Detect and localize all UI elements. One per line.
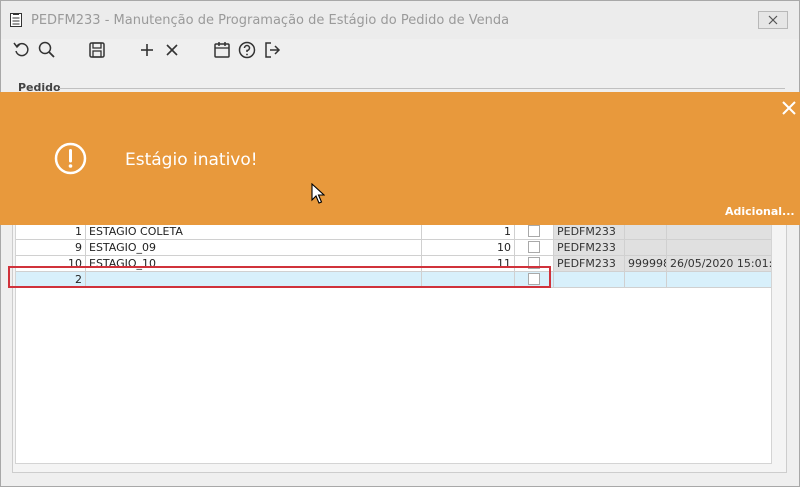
stage-grid: 1 ESTAGIO COLETA 1 PEDFM233 9 ESTAGIO_09… — [15, 223, 772, 464]
warning-toast — [0, 92, 800, 225]
active-checkbox[interactable] — [528, 241, 540, 253]
toolbar — [1, 39, 799, 65]
seq-cell[interactable]: 1 — [16, 224, 86, 240]
stage-cell[interactable]: ESTAGIO_09 — [86, 240, 422, 256]
table-row[interactable]: 9 ESTAGIO_09 10 PEDFM233 — [16, 240, 771, 256]
toast-close-icon[interactable] — [780, 99, 798, 117]
document-icon — [10, 12, 22, 27]
title-bar: PEDFM233 - Manutenção de Programação de … — [1, 1, 799, 39]
save-icon[interactable] — [87, 40, 107, 60]
exit-icon[interactable] — [262, 40, 282, 60]
user-cell — [625, 272, 667, 288]
toast-more-link[interactable]: Adicional... — [725, 205, 795, 218]
mouse-cursor-icon — [311, 182, 326, 205]
datetime-cell — [667, 272, 771, 288]
seq-cell[interactable]: 9 — [16, 240, 86, 256]
datetime-cell: 26/05/2020 15:01:32 — [667, 256, 771, 272]
window-close-button[interactable] — [758, 11, 788, 29]
datetime-cell — [667, 224, 771, 240]
app-window: PEDFM233 - Manutenção de Programação de … — [0, 0, 800, 487]
stage-cell[interactable]: ESTAGIO COLETA — [86, 224, 422, 240]
order-cell[interactable]: 1 — [422, 224, 515, 240]
program-cell: PEDFM233 — [554, 240, 625, 256]
help-icon[interactable] — [237, 40, 257, 60]
program-cell: PEDFM233 — [554, 256, 625, 272]
search-icon[interactable] — [37, 40, 57, 60]
user-cell — [625, 240, 667, 256]
add-icon[interactable] — [137, 40, 157, 60]
toast-message: Estágio inativo! — [125, 150, 258, 170]
calendar-icon[interactable] — [212, 40, 232, 60]
table-row[interactable]: 1 ESTAGIO COLETA 1 PEDFM233 — [16, 224, 771, 240]
window-title: PEDFM233 - Manutenção de Programação de … — [31, 13, 510, 28]
program-cell — [554, 272, 625, 288]
active-checkbox[interactable] — [528, 225, 540, 237]
close-icon — [768, 15, 778, 25]
selected-row-highlight — [8, 266, 551, 288]
refresh-icon[interactable] — [12, 40, 32, 60]
user-cell: 999998 — [625, 256, 667, 272]
order-cell[interactable]: 10 — [422, 240, 515, 256]
datetime-cell — [667, 240, 771, 256]
exclamation-circle-icon — [54, 142, 87, 175]
delete-icon[interactable] — [162, 40, 182, 60]
program-cell: PEDFM233 — [554, 224, 625, 240]
group-divider — [59, 88, 785, 89]
user-cell — [625, 224, 667, 240]
